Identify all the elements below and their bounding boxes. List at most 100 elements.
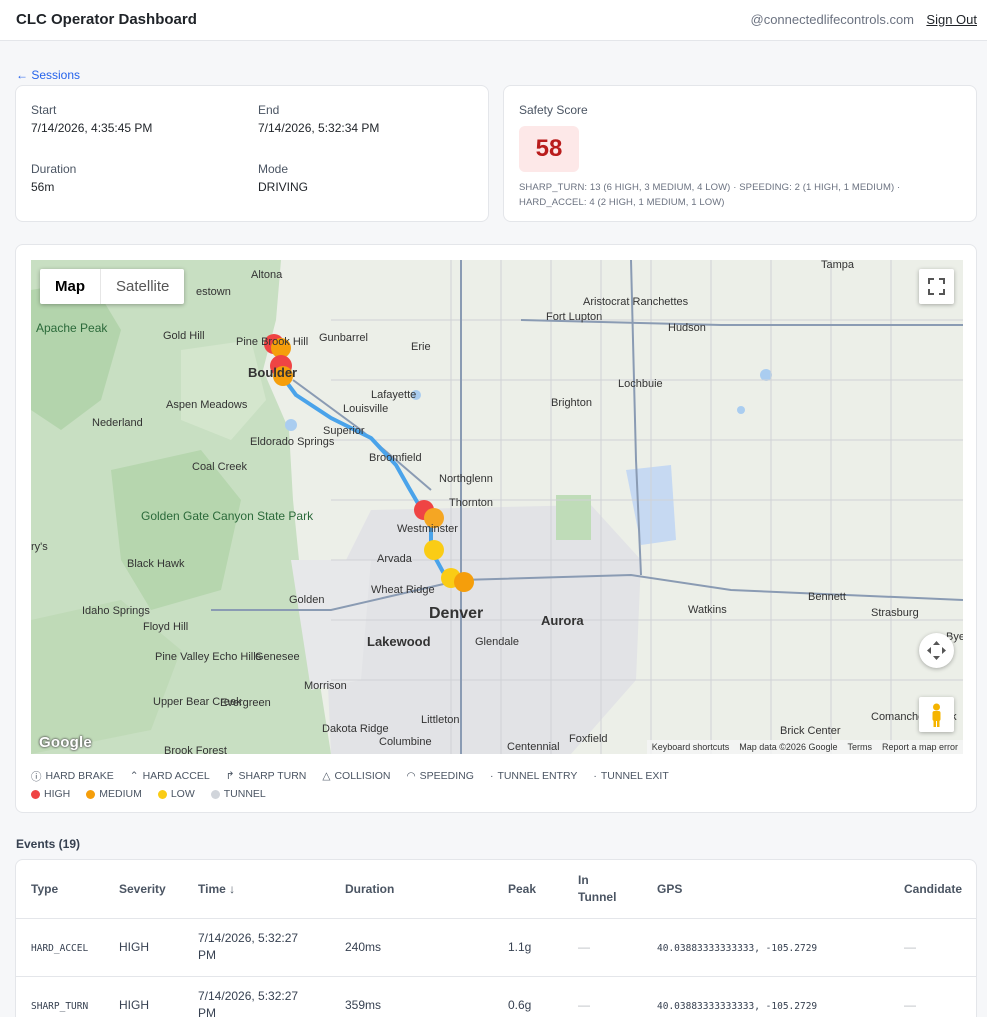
place-label: Nederland: [92, 417, 143, 429]
duration-label: Duration: [31, 162, 77, 176]
column-header-gps[interactable]: GPS: [657, 881, 682, 898]
map-type-satellite-button[interactable]: Satellite: [101, 269, 184, 304]
place-label: Gunbarrel: [319, 332, 368, 344]
event-in-tunnel: —: [578, 998, 590, 1012]
severity-dot-icon: [210, 789, 220, 799]
place-label: Wheat Ridge: [371, 584, 435, 596]
place-label: Black Hawk: [127, 558, 185, 570]
column-header-in-tunnel[interactable]: In Tunnel: [578, 872, 628, 906]
map-card: Altona estown Gold Hill Apache Peak Pine…: [15, 244, 977, 813]
column-header-time[interactable]: Time ↓: [198, 881, 235, 898]
place-label: Arvada: [377, 553, 413, 565]
place-label: Lafayette: [371, 389, 416, 401]
fullscreen-icon: [928, 278, 945, 295]
small-dot-icon: ·: [489, 770, 494, 782]
table-row[interactable]: SHARP_TURN HIGH 7/14/2026, 5:32:27 PM 35…: [16, 976, 976, 1017]
map-legend: ⓘ HARD BRAKE ⌃ HARD ACCEL ↱ SHARP TURN △ COL…: [31, 767, 669, 803]
place-label: Fort Lupton: [546, 311, 602, 323]
event-severity: HIGH: [119, 998, 149, 1012]
map-canvas: Altona estown Gold Hill Apache Peak Pine…: [31, 260, 963, 754]
place-label: Lochbuie: [618, 378, 663, 390]
sign-out-link[interactable]: Sign Out: [926, 12, 977, 27]
place-label: Thornton: [449, 497, 493, 509]
street-view-pegman[interactable]: [919, 697, 954, 732]
place-label: estown: [196, 286, 231, 298]
column-header-candidate[interactable]: Candidate: [904, 881, 962, 898]
map-data-credit: Map data ©2026 Google: [739, 742, 838, 752]
event-candidate: —: [904, 940, 916, 954]
end-label: End: [258, 103, 280, 117]
place-label: Columbine: [379, 736, 432, 748]
duration-value: 56m: [31, 180, 55, 194]
place-label: Erie: [411, 341, 431, 353]
legend-tunnel-entry: · TUNNEL ENTRY: [489, 770, 578, 782]
event-duration: 359ms: [345, 998, 382, 1012]
legend-speeding: ◠ SPEEDING: [406, 770, 474, 782]
column-header-severity[interactable]: Severity: [119, 881, 166, 898]
legend-hard-accel: ⌃ HARD ACCEL: [129, 770, 210, 782]
column-header-type[interactable]: Type: [31, 881, 58, 898]
place-label: Floyd Hill: [143, 621, 188, 633]
place-label: Louisville: [343, 403, 388, 415]
map-type-map-button[interactable]: Map: [40, 269, 101, 304]
legend-sharp-turn: ↱ SHARP TURN: [225, 770, 307, 782]
report-map-error-link[interactable]: Report a map error: [882, 742, 958, 752]
column-header-peak[interactable]: Peak: [508, 881, 536, 898]
place-label: Foxfield: [569, 733, 608, 745]
user-email: @connectedlifecontrols.com: [750, 12, 915, 27]
place-label: Tampa: [821, 260, 855, 271]
place-label: Bennett: [808, 591, 846, 603]
place-label: Aristocrat Ranchettes: [583, 296, 689, 308]
place-label: Westminster: [397, 523, 458, 535]
pegman-icon: [932, 703, 941, 727]
event-gps: 40.03883333333333, -105.2729: [657, 943, 818, 954]
event-time: 7/14/2026, 5:32:27 PM: [198, 989, 299, 1017]
event-gps: 40.03883333333333, -105.2729: [657, 1001, 818, 1012]
events-title: Events (19): [16, 837, 81, 851]
end-value: 7/14/2026, 5:32:34 PM: [258, 121, 380, 135]
place-label: Aurora: [541, 613, 584, 628]
severity-dot-icon: [31, 789, 40, 799]
event-peak: 1.1g: [508, 940, 532, 954]
place-label: Centennial: [507, 741, 560, 753]
place-label: Boulder: [248, 365, 297, 380]
table-row[interactable]: HARD_ACCEL HIGH 7/14/2026, 5:32:27 PM 24…: [16, 918, 976, 976]
alert-circle-icon: ⓘ: [31, 770, 42, 783]
terms-link[interactable]: Terms: [847, 742, 872, 752]
place-label: Pine Valley Echo Hills: [155, 651, 262, 663]
legend-severity: HIGH MEDIUM LOW TUNNEL: [31, 785, 669, 803]
safety-score-card: Safety Score 58 SHARP_TURN: 13 (6 HIGH, …: [503, 85, 977, 222]
legend-event-types: ⓘ HARD BRAKE ⌃ HARD ACCEL ↱ SHARP TURN △ COL…: [31, 767, 669, 785]
place-label: Lakewood: [367, 634, 431, 649]
legend-medium: MEDIUM: [86, 788, 142, 800]
column-header-duration[interactable]: Duration: [345, 881, 394, 898]
place-label: Strasburg: [871, 607, 919, 619]
legend-hard-brake: ⓘ HARD BRAKE: [31, 770, 114, 783]
fullscreen-button[interactable]: [919, 269, 954, 304]
speedometer-icon: ◠: [406, 770, 416, 782]
place-label: Gold Hill: [163, 330, 205, 342]
place-label: Dakota Ridge: [322, 723, 389, 735]
place-label: Apache Peak: [36, 321, 108, 335]
place-label: Hudson: [668, 322, 706, 334]
event-peak: 0.6g: [508, 998, 532, 1012]
place-label: Northglenn: [439, 473, 493, 485]
place-label: Aspen Meadows: [166, 399, 248, 411]
event-type: HARD_ACCEL: [31, 943, 89, 954]
place-label: Brick Center: [780, 725, 841, 737]
turn-arrow-icon: ↱: [225, 770, 235, 782]
mode-value: DRIVING: [258, 180, 309, 194]
route-map[interactable]: Altona estown Gold Hill Apache Peak Pine…: [31, 260, 963, 754]
place-label: Brook Forest: [164, 745, 227, 754]
keyboard-shortcuts-link[interactable]: Keyboard shortcuts: [652, 742, 730, 752]
start-value: 7/14/2026, 4:35:45 PM: [31, 121, 153, 135]
place-label: Genesee: [255, 651, 300, 663]
place-label: Morrison: [304, 680, 347, 692]
back-to-sessions-link[interactable]: ← Sessions: [16, 68, 80, 82]
safety-score-label: Safety Score: [519, 103, 588, 117]
google-logo: Google: [39, 734, 92, 751]
place-label: Idaho Springs: [82, 605, 150, 617]
severity-dot-icon: [157, 789, 167, 799]
camera-control-button[interactable]: [919, 633, 954, 668]
session-info-card: Start 7/14/2026, 4:35:45 PM End 7/14/202…: [15, 85, 489, 222]
